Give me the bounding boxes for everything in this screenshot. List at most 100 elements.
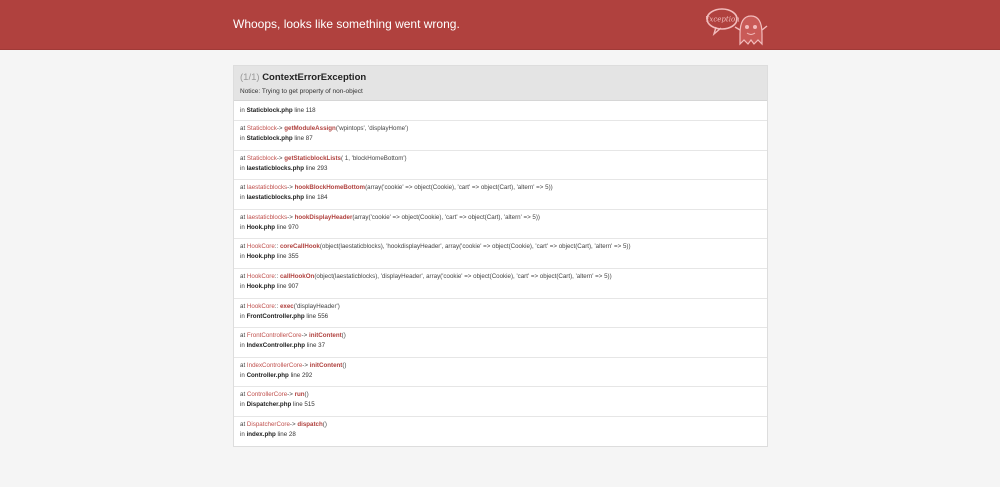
trace-file[interactable]: FrontController.php: [247, 313, 305, 320]
trace-class: Staticblock: [246, 125, 277, 132]
trace-separator: ::: [274, 243, 279, 251]
in-label: in: [240, 401, 245, 409]
trace-file[interactable]: Staticblock.php: [247, 135, 293, 142]
trace-file[interactable]: IndexController.php: [247, 342, 305, 349]
trace-location: in laestaticblocks.php line 184: [240, 193, 761, 203]
trace-item: at HookCore:: exec('displayHeader') in Fr…: [234, 297, 767, 328]
trace-item: at laestaticblocks-> hookBlockHomeBottom…: [234, 179, 767, 209]
line-label: line: [276, 253, 287, 261]
in-label: in: [240, 371, 245, 379]
line-label: line: [276, 223, 287, 231]
trace-location: in IndexController.php line 37: [240, 341, 761, 351]
trace-class: IndexControllerCore: [246, 361, 303, 369]
trace-class: HookCore: [246, 243, 275, 251]
trace-line-number: 970: [288, 223, 299, 231]
at-label: at: [240, 243, 246, 251]
trace-args: (array('cookie' => object(Cookie), 'cart…: [352, 213, 540, 221]
at-label: at: [240, 154, 246, 162]
exception-panel: (1/1) ContextErrorException Notice: Tryi…: [233, 65, 768, 447]
trace-call: at ControllerCore-> run(): [240, 390, 761, 400]
line-label: line: [293, 401, 303, 409]
trace-args: (array('cookie' => object(Cookie), 'cart…: [365, 184, 553, 192]
at-label: at: [240, 302, 246, 310]
trace-separator: ->: [301, 332, 308, 340]
trace-line-number: 87: [305, 135, 313, 142]
trace-item: at DispatcherCore-> dispatch() in index.p…: [234, 415, 767, 446]
line-label: line: [294, 107, 305, 114]
trace-args: (): [322, 420, 327, 428]
trace-file[interactable]: laestaticblocks.php: [247, 165, 304, 172]
trace-method: callHookOn: [279, 272, 315, 280]
trace-args: (): [342, 361, 347, 369]
trace-file[interactable]: Hook.php: [247, 224, 276, 231]
in-label: in: [240, 253, 245, 261]
at-label: at: [240, 272, 246, 280]
at-label: at: [240, 125, 246, 132]
trace-separator: ::: [274, 272, 279, 280]
exception-message: Notice: Trying to get property of non-ob…: [240, 88, 363, 95]
in-label: in: [240, 164, 245, 172]
trace-item: in Staticblock.php line 118: [234, 101, 767, 120]
in-label: in: [240, 107, 245, 114]
at-label: at: [240, 391, 246, 399]
trace-location: in Controller.php line 292: [240, 371, 761, 381]
trace-file[interactable]: Dispatcher.php: [247, 401, 292, 408]
in-label: in: [240, 430, 245, 438]
stack-trace: in Staticblock.php line 118 at Staticbloc…: [234, 101, 767, 446]
exception-header: (1/1) ContextErrorException Notice: Tryi…: [234, 66, 767, 101]
trace-separator: ->: [287, 391, 293, 399]
trace-args: (object(laestaticblocks), 'hookdisplayHe…: [319, 243, 631, 251]
trace-item: at HookCore:: callHookOn(object(laestati…: [234, 267, 767, 298]
trace-args: ('displayHeader'): [293, 302, 340, 310]
trace-file[interactable]: Hook.php: [247, 283, 276, 290]
trace-file[interactable]: Staticblock.php: [247, 107, 293, 114]
trace-file[interactable]: Controller.php: [247, 372, 289, 379]
line-label: line: [305, 164, 316, 172]
trace-call: at Staticblock-> getStaticblockLists( 1,…: [240, 154, 761, 164]
trace-call: at DispatcherCore-> dispatch(): [240, 420, 761, 430]
in-label: in: [240, 312, 245, 320]
trace-separator: ->: [287, 213, 293, 221]
exception-count: (1/1): [240, 72, 260, 83]
trace-file[interactable]: laestaticblocks.php: [247, 194, 304, 201]
trace-class: HookCore: [246, 272, 275, 280]
trace-item: at Staticblock-> getModuleAssign('wpinto…: [234, 120, 767, 150]
trace-call: at HookCore:: exec('displayHeader'): [240, 302, 761, 312]
trace-class: ControllerCore: [246, 391, 288, 399]
line-label: line: [306, 312, 317, 320]
trace-line-number: 556: [317, 312, 329, 320]
trace-separator: ::: [274, 302, 279, 310]
error-title: Whoops, looks like something went wrong.: [233, 17, 460, 31]
trace-line-number: 907: [288, 282, 299, 290]
trace-method: coreCallHook: [279, 243, 320, 251]
trace-call: at Staticblock-> getModuleAssign('wpinto…: [240, 124, 761, 134]
trace-file[interactable]: index.php: [247, 431, 276, 438]
line-label: line: [294, 135, 305, 142]
trace-args: (object(laestaticblocks), 'displayHeader…: [314, 272, 612, 280]
trace-method: dispatch: [297, 420, 323, 428]
trace-method: getStaticblockLists: [284, 154, 341, 162]
trace-class: DispatcherCore: [246, 420, 290, 428]
trace-location: in index.php line 28: [240, 430, 761, 440]
trace-call: at HookCore:: coreCallHook(object(laesta…: [240, 242, 761, 252]
trace-method: exec: [279, 302, 294, 310]
trace-line-number: 355: [288, 253, 299, 261]
trace-file[interactable]: Hook.php: [247, 253, 276, 260]
at-label: at: [240, 361, 246, 369]
trace-call: at laestaticblocks-> hookDisplayHeader(a…: [240, 213, 761, 223]
trace-method: initContent: [309, 332, 342, 340]
trace-line-number: 28: [288, 430, 296, 438]
at-label: at: [240, 213, 246, 221]
error-header: Whoops, looks like something went wrong.…: [0, 0, 1000, 50]
trace-separator: ->: [276, 125, 283, 132]
at-label: at: [240, 332, 246, 340]
trace-separator: ->: [289, 420, 296, 428]
trace-args: (): [304, 391, 309, 399]
trace-item: at laestaticblocks-> hookDisplayHeader(a…: [234, 208, 767, 239]
trace-call: at laestaticblocks-> hookBlockHomeBottom…: [240, 183, 761, 193]
trace-location: in FrontController.php line 556: [240, 312, 761, 322]
trace-method: hookDisplayHeader: [294, 213, 353, 221]
trace-class: HookCore: [246, 302, 275, 310]
at-label: at: [240, 184, 246, 192]
trace-location: in Dispatcher.php line 515: [240, 400, 761, 410]
